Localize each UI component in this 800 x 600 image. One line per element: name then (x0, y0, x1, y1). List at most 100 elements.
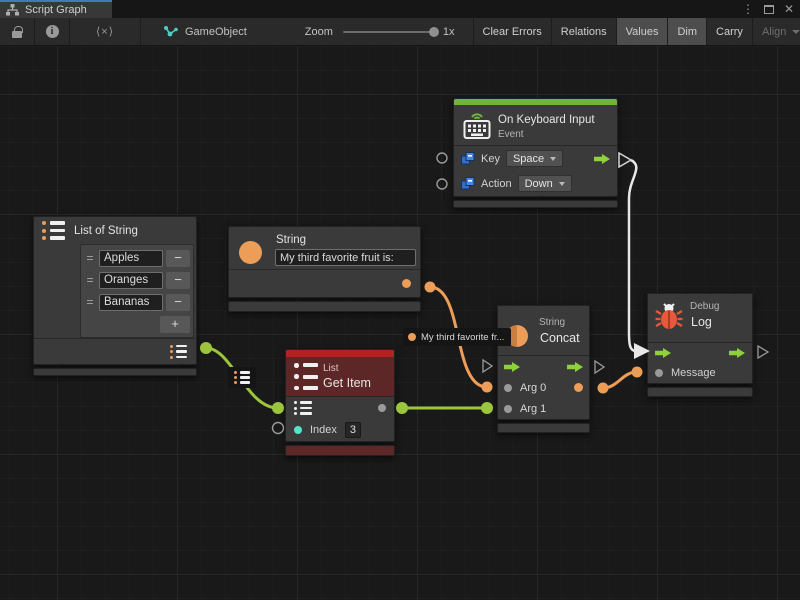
lock-button[interactable] (0, 18, 34, 46)
enum-icon (461, 152, 475, 165)
node-title: Concat (540, 331, 580, 345)
key-dropdown[interactable]: Space (506, 150, 563, 167)
flow-row (648, 343, 752, 363)
zoom-slider[interactable] (343, 31, 435, 33)
index-row: Index (286, 419, 394, 441)
graph-canvas[interactable]: List of String = − = − = (0, 46, 800, 600)
gameobject-label: GameObject (185, 26, 247, 38)
key-label: Key (481, 153, 500, 165)
list-input-port-icon[interactable] (294, 401, 313, 415)
clear-errors-button[interactable]: Clear Errors (473, 18, 551, 46)
node-debug-log[interactable]: Debug Log Message (647, 293, 753, 397)
node-category: String (539, 317, 565, 328)
node-footer (33, 368, 197, 376)
arg0-row: Arg 0 (498, 377, 589, 398)
message-label: Message (671, 367, 716, 379)
edit-code-button[interactable]: ⟨×⟩ (70, 18, 140, 46)
arg1-input-port[interactable] (504, 405, 512, 413)
flow-input-arrow[interactable] (655, 348, 671, 358)
enum-icon (461, 177, 475, 190)
string-output-port[interactable] (402, 279, 411, 288)
window-close-icon[interactable]: ✕ (784, 0, 794, 18)
zoom-slider-handle[interactable] (429, 27, 439, 37)
wire-value-badge-string: My third favorite fr... (403, 328, 511, 346)
align-dropdown[interactable]: Align (752, 18, 800, 46)
node-on-keyboard-input[interactable]: On Keyboard Input Event Key Space (453, 98, 618, 208)
values-toggle[interactable]: Values (616, 18, 668, 46)
flow-output-arrow[interactable] (729, 348, 745, 358)
arg0-input-port[interactable] (504, 384, 512, 392)
list-output-port-icon[interactable] (170, 345, 187, 359)
message-input-port[interactable] (655, 369, 663, 377)
flow-input-arrow[interactable] (504, 362, 520, 372)
index-label: Index (310, 424, 337, 436)
action-dropdown[interactable]: Down (518, 175, 572, 192)
string-type-dot-icon (408, 333, 416, 341)
action-row: Action Down (454, 171, 617, 196)
log-flow-out-triangle (758, 346, 768, 358)
graph-owner[interactable]: GameObject (141, 25, 257, 39)
window-menu-icon[interactable]: ⋮ (742, 0, 754, 18)
chevron-down-icon (792, 30, 800, 34)
relations-button[interactable]: Relations (551, 18, 616, 46)
node-title: List of String (74, 225, 138, 237)
node-string-literal[interactable]: String (228, 226, 421, 312)
list-item-input[interactable] (99, 272, 163, 289)
list-item-input[interactable] (99, 250, 163, 267)
list-output-row (34, 338, 196, 364)
info-button[interactable]: i (35, 18, 69, 46)
wire-value-preview: My third favorite fr... (421, 332, 504, 343)
arg1-row: Arg 1 (498, 398, 589, 419)
flow-row (498, 356, 589, 377)
keyboard-icon (463, 110, 491, 140)
port-ball-getitem-out (396, 402, 408, 414)
chevron-down-icon (550, 157, 556, 161)
error-accent-strip (286, 350, 394, 357)
list-icon (42, 221, 66, 240)
item-output-port[interactable] (378, 404, 386, 412)
dim-toggle[interactable]: Dim (667, 18, 706, 46)
wire-value-badge-list (228, 367, 256, 388)
node-concat[interactable]: String Concat Arg 0 Arg 1 (497, 305, 590, 433)
drag-handle-icon[interactable]: = (84, 273, 96, 287)
add-item-button[interactable]: + (160, 316, 190, 333)
keyboard-key-port-circle (437, 153, 447, 163)
carry-toggle[interactable]: Carry (706, 18, 752, 46)
arg0-label: Arg 0 (520, 382, 546, 394)
node-list-of-string[interactable]: List of String = − = − = (33, 216, 197, 376)
window-maximize-icon[interactable] (764, 5, 774, 14)
node-title: Log (691, 315, 712, 329)
tab-bar: Script Graph ⋮ ✕ (0, 0, 800, 18)
node-title: On Keyboard Input (498, 114, 595, 126)
remove-item-button[interactable]: − (166, 294, 190, 311)
index-input-port[interactable] (294, 426, 302, 434)
arg1-label: Arg 1 (520, 403, 546, 415)
string-value-input[interactable] (275, 249, 416, 266)
node-subtitle: Event (498, 129, 524, 140)
flow-output-arrow[interactable] (567, 362, 583, 372)
drag-handle-icon[interactable]: = (84, 295, 96, 309)
list-item-row: = − (84, 269, 190, 291)
list-item-row: = − (84, 291, 190, 313)
node-footer (453, 200, 618, 208)
remove-item-button[interactable]: − (166, 272, 190, 289)
tab-script-graph[interactable]: Script Graph (0, 0, 112, 18)
port-ball-concat-arg1 (481, 402, 493, 414)
drag-handle-icon[interactable]: = (84, 251, 96, 265)
concat-flow-out-triangle (595, 361, 604, 373)
node-footer (647, 387, 753, 397)
wire-keyboard-to-log (629, 160, 636, 351)
port-ball-list-out (200, 342, 212, 354)
string-type-icon (239, 241, 262, 264)
result-output-port[interactable] (574, 383, 583, 392)
list-item-input[interactable] (99, 294, 163, 311)
port-ball-concat-arg0 (482, 382, 493, 393)
graph-toolbar: i ⟨×⟩ GameObject Zoom 1x Clear Errors Re… (0, 18, 800, 46)
script-graph-asset-icon (163, 25, 179, 39)
index-input[interactable] (345, 422, 361, 438)
remove-item-button[interactable]: − (166, 250, 190, 267)
message-row: Message (648, 363, 752, 383)
key-row: Key Space (454, 146, 617, 171)
trigger-output-arrow[interactable] (594, 154, 610, 164)
node-get-item[interactable]: List Get Item Index (285, 349, 395, 456)
